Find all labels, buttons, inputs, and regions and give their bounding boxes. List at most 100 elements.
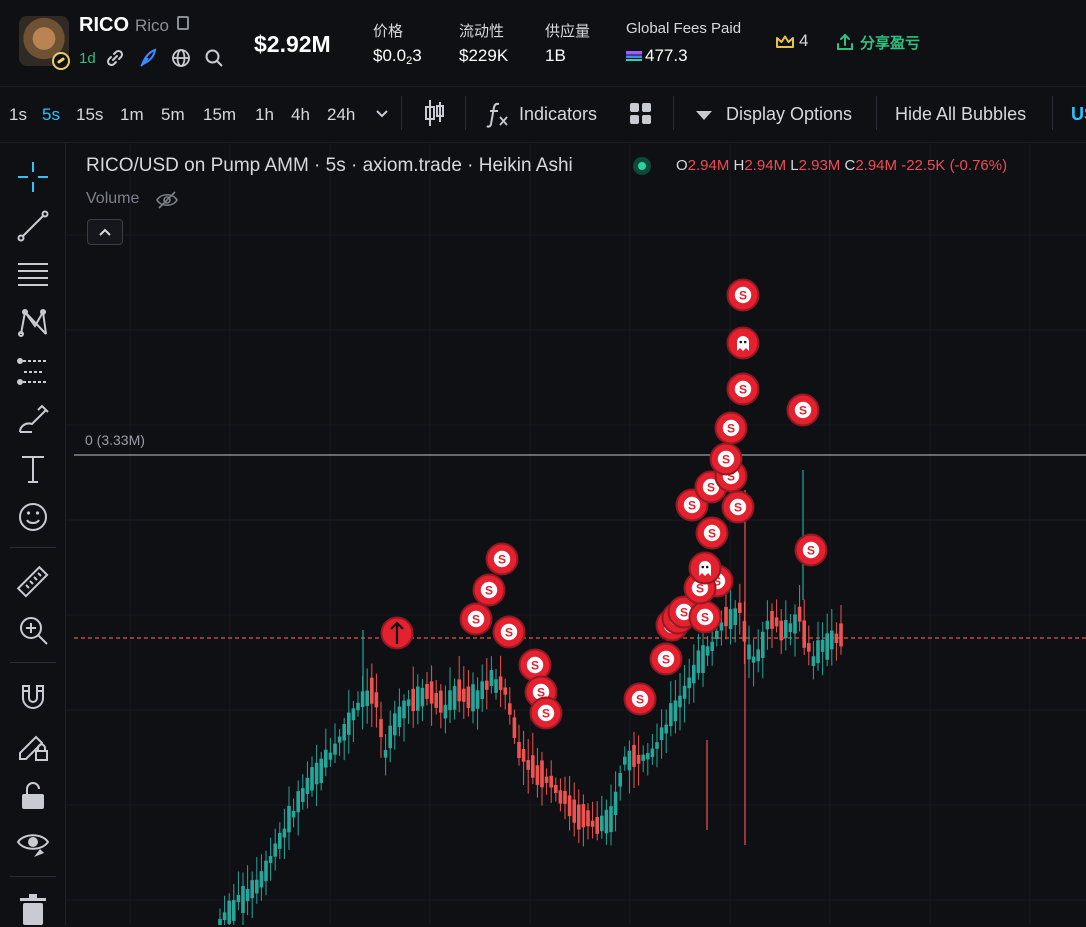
lock-drawing-icon[interactable]	[16, 729, 50, 763]
sell-marker: S	[485, 542, 519, 576]
candlestick-chart[interactable]: SSSSSSSSSSSSSSSSSSSSSSSSSS	[66, 143, 1086, 925]
fees-value: 477.3	[626, 46, 688, 66]
display-options-button[interactable]: Display Options	[726, 104, 852, 125]
candle-body	[241, 885, 245, 913]
candle-body	[609, 806, 613, 833]
buy-marker	[380, 616, 414, 650]
timeframe-5m[interactable]: 5m	[161, 105, 185, 125]
chart-legend: RICO/USD on Pump AMM · 5s · axiom.trade …	[86, 155, 573, 176]
fib-icon[interactable]	[16, 355, 50, 389]
candle-body	[825, 633, 829, 660]
candle-body	[278, 832, 282, 849]
ghost-eye	[701, 565, 705, 569]
candle-body	[521, 748, 526, 762]
ghost-eye	[705, 565, 709, 569]
trend-line-icon[interactable]	[16, 209, 50, 243]
emoji-icon[interactable]	[16, 500, 50, 534]
candle-body	[264, 860, 268, 882]
timeframe-24h[interactable]: 24h	[327, 105, 355, 125]
toolbar-divider	[10, 662, 56, 663]
candle-body	[337, 736, 342, 743]
pattern-icon[interactable]	[16, 306, 50, 340]
timeframe-5s[interactable]: 5s	[42, 105, 60, 125]
candle-body	[296, 791, 300, 813]
crosshair-icon[interactable]	[16, 160, 50, 194]
candle-body	[485, 680, 489, 690]
candle-body	[820, 639, 825, 652]
horizontal-lines-icon[interactable]	[16, 258, 50, 292]
candle-type-icon[interactable]	[423, 98, 447, 128]
sell-marker: S	[688, 600, 722, 634]
collapse-legend-button[interactable]	[87, 219, 123, 245]
timeframe-1m[interactable]: 1m	[120, 105, 144, 125]
sell-marker-label: S	[722, 453, 730, 467]
trash-icon[interactable]	[16, 893, 50, 927]
token-symbol: RICO	[79, 14, 129, 36]
candle-body	[724, 606, 728, 627]
candle-body	[480, 681, 484, 699]
candle-body	[531, 755, 535, 778]
toolbar-divider	[1052, 96, 1053, 130]
candle-body	[314, 762, 319, 785]
chart-panel[interactable]: SSSSSSSSSSSSSSSSSSSSSSSSSS	[66, 143, 1086, 925]
candle-body	[659, 727, 664, 741]
sell-marker-label: S	[505, 626, 513, 640]
link-icon[interactable]	[104, 47, 126, 69]
eye-off-icon[interactable]	[156, 191, 178, 209]
magnet-icon[interactable]	[16, 680, 50, 714]
feather-icon[interactable]	[137, 47, 159, 69]
liquidity-value: $229K	[459, 46, 509, 65]
zoom-in-icon[interactable]	[16, 613, 50, 647]
hide-drawings-icon[interactable]	[16, 827, 50, 861]
candle-body	[282, 828, 287, 838]
caret-down-icon[interactable]	[695, 109, 713, 121]
hide-bubbles-button[interactable]: Hide All Bubbles	[895, 104, 1026, 125]
function-icon[interactable]	[485, 100, 511, 128]
candle-body	[324, 749, 328, 768]
text-tool-icon[interactable]	[16, 452, 50, 486]
unlock-icon[interactable]	[16, 779, 50, 813]
sell-marker-label: S	[734, 501, 742, 515]
candle-body	[664, 724, 668, 734]
candle-body	[406, 699, 411, 707]
ruler-icon[interactable]	[16, 565, 50, 599]
candle-body	[558, 790, 563, 804]
sell-marker-label: S	[485, 584, 493, 598]
sell-marker: S	[529, 696, 563, 730]
search-icon[interactable]	[203, 47, 225, 69]
token-name: Rico	[135, 16, 170, 35]
brush-icon[interactable]	[16, 404, 50, 438]
currency-toggle[interactable]: US	[1071, 104, 1086, 125]
candle-body	[508, 703, 512, 715]
candle-body	[535, 765, 540, 785]
timeframe-1s[interactable]: 1s	[9, 105, 27, 125]
copy-icon[interactable]	[177, 16, 189, 30]
candle-body	[411, 688, 415, 712]
timeframe-4h[interactable]: 4h	[291, 105, 310, 125]
timeframe-15m[interactable]: 15m	[203, 105, 236, 125]
candle-body	[613, 791, 618, 816]
candle-body	[452, 686, 457, 710]
toolbar-divider	[876, 96, 877, 130]
share-icon[interactable]	[836, 33, 854, 51]
sell-marker: S	[726, 372, 760, 406]
timeframe-15s[interactable]: 15s	[76, 105, 103, 125]
sell-marker: S	[472, 573, 506, 607]
chevron-down-icon[interactable]	[375, 108, 389, 120]
layout-grid-icon[interactable]	[629, 102, 653, 126]
sell-marker: S	[786, 393, 820, 427]
candle-body	[512, 717, 517, 738]
sell-marker: S	[721, 490, 755, 524]
toolbar-divider	[465, 96, 466, 130]
timeframe-1h[interactable]: 1h	[255, 105, 274, 125]
live-status-icon	[633, 157, 651, 175]
share-pnl-button[interactable]: 分享盈亏	[860, 32, 920, 53]
candle-body	[586, 810, 590, 827]
indicators-button[interactable]: Indicators	[519, 104, 597, 125]
crown-count: 4	[799, 31, 809, 50]
globe-icon[interactable]	[170, 47, 192, 69]
candle-body	[268, 855, 273, 864]
market-cap: $2.92M	[254, 31, 331, 57]
volume-label: Volume	[86, 190, 140, 207]
liquidity-label: 流动性	[459, 23, 505, 40]
